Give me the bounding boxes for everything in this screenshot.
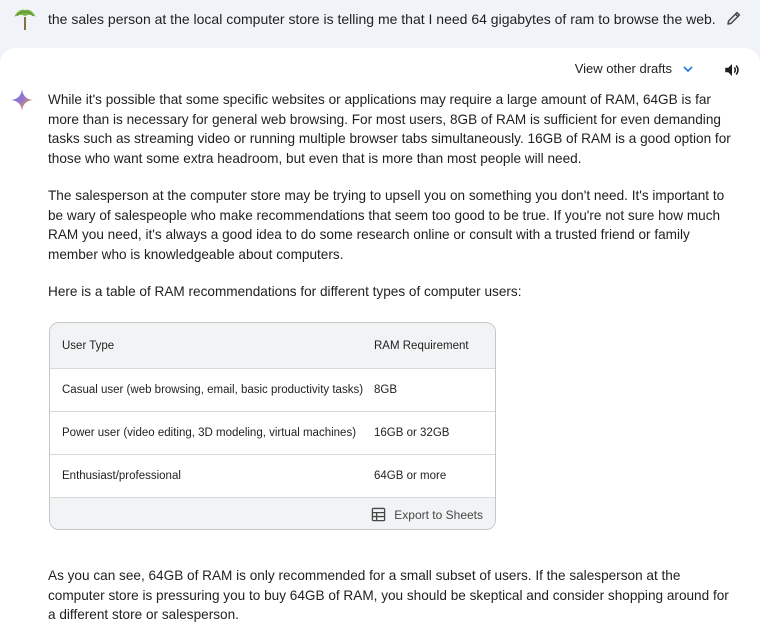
response-card: View other drafts While it's possible th… [0, 48, 760, 638]
table-footer: Export to Sheets [50, 498, 495, 529]
user-prompt-row: the sales person at the local computer s… [0, 0, 760, 46]
table-row: Power user (video editing, 3D modeling, … [50, 412, 495, 455]
response-paragraph: While it's possible that some specific w… [48, 92, 731, 166]
table-cell: Enthusiast/professional [62, 470, 181, 482]
pencil-icon [727, 11, 741, 25]
response-paragraph: The salesperson at the computer store ma… [48, 188, 725, 262]
user-prompt-text: the sales person at the local computer s… [48, 11, 716, 27]
table-cell: 16GB or 32GB [374, 427, 450, 439]
table-row: Enthusiast/professional 64GB or more [50, 455, 495, 498]
sparkle-icon [10, 88, 34, 112]
response-paragraph: Here is a table of RAM recommendations f… [48, 284, 522, 299]
view-other-drafts-button[interactable]: View other drafts [575, 61, 694, 76]
export-label: Export to Sheets [394, 507, 483, 522]
table-cell: Casual user (web browsing, email, basic … [62, 384, 364, 396]
table-header-cell: User Type [62, 339, 115, 352]
palm-tree-icon [12, 6, 38, 32]
response-body: While it's possible that some specific w… [48, 90, 738, 320]
table-cell: 8GB [374, 384, 398, 396]
table-cell: 64GB or more [374, 470, 447, 482]
table-row: Casual user (web browsing, email, basic … [50, 369, 495, 412]
table-cell: Power user (video editing, 3D modeling, … [62, 427, 357, 439]
sheets-icon [372, 507, 386, 522]
drafts-label: View other drafts [574, 61, 672, 76]
response-closing-paragraph: As you can see, 64GB of RAM is only reco… [48, 568, 729, 622]
edit-prompt-button[interactable] [722, 6, 746, 30]
read-aloud-button[interactable] [720, 58, 744, 82]
table-header-cell: RAM Requirement [374, 339, 469, 352]
speaker-icon [725, 64, 739, 76]
chevron-down-icon [683, 65, 693, 72]
table-header-row: User Type RAM Requirement [50, 323, 495, 369]
ram-table: User Type RAM Requirement Casual user (w… [49, 322, 496, 530]
export-to-sheets-button[interactable]: Export to Sheets [371, 507, 483, 522]
